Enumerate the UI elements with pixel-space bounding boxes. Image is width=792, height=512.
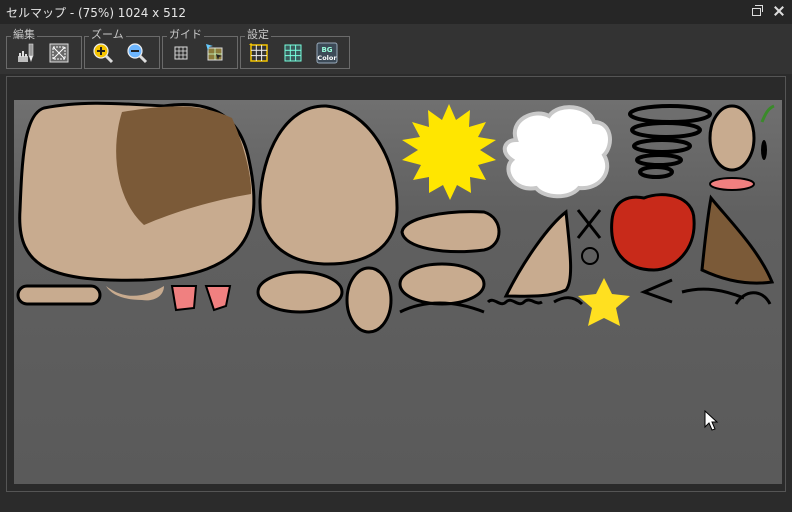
x-mark [576,209,602,239]
tongue-right [204,285,232,312]
mouse-cursor-icon [704,410,719,431]
arc-stroke [681,287,745,300]
zoom-group-label: ズーム [89,28,126,42]
title-bar: セルマップ - (75%) 1024 x 512 [0,0,792,24]
chevron-stroke [639,278,673,304]
grid-color-icon [284,44,302,62]
face-piece [345,266,393,334]
color-label: Color [317,54,337,62]
close-icon[interactable] [772,4,786,18]
arm-bar [16,284,102,306]
cone-piece [503,209,573,298]
guide-group-label: ガイド [167,28,204,42]
spiral-spring [628,104,712,179]
select-region-icon [49,43,69,63]
eyebrow-strokes [760,104,775,123]
star-yellow [578,278,630,326]
grid-settings-button[interactable] [247,41,271,65]
sun-burst [402,104,496,200]
wavy-stroke [486,298,543,306]
grid-small-button[interactable] [169,41,193,65]
teeth-piece [106,286,164,301]
settings-group: 設定 BG Color [240,28,350,69]
nose-piece [400,210,501,254]
tongue-left [170,285,198,312]
grid-small-icon [174,46,188,60]
curve-stroke [399,301,485,314]
pink-lips [709,177,755,191]
zoom-group: ズーム [84,28,160,69]
grid-color-button[interactable] [281,41,305,65]
zoom-out-button[interactable] [125,41,149,65]
window-controls [750,4,786,18]
small-dot [761,140,767,160]
grid-settings-icon [249,43,268,62]
zoom-out-icon [127,43,148,64]
ear-oval [256,270,344,314]
zoom-in-icon [93,43,114,64]
edit-group: 編集 [6,28,82,69]
small-oval [398,262,486,306]
zoom-in-button[interactable] [91,41,115,65]
move-guide-button[interactable] [203,41,227,65]
spiral-mark [581,247,599,265]
brush-button[interactable] [15,41,39,65]
window-title: セルマップ - (75%) 1024 x 512 [6,5,186,20]
face-oval [258,104,399,266]
arch-stroke [734,291,772,305]
apple-red [610,193,696,272]
restore-icon[interactable] [750,4,764,18]
bg-color-icon: BG Color [316,42,338,64]
toolbar: 編集 ズーム ガイド 設定 BG Color [0,24,792,74]
move-guide-icon [206,44,223,61]
select-region-button[interactable] [47,41,71,65]
hair-triangle [700,194,775,285]
bg-color-button[interactable]: BG Color [315,41,339,65]
cellmap-canvas[interactable] [14,100,782,484]
small-oval-ear [708,104,756,172]
cellmap-artwork [16,101,775,334]
cloud [502,105,612,199]
guide-group: ガイド [162,28,238,69]
settings-group-label: 設定 [245,28,271,42]
brow-stroke-small [553,296,584,306]
brush-icon [18,43,34,62]
edit-group-label: 編集 [11,28,37,42]
bg-label: BG [321,46,332,54]
